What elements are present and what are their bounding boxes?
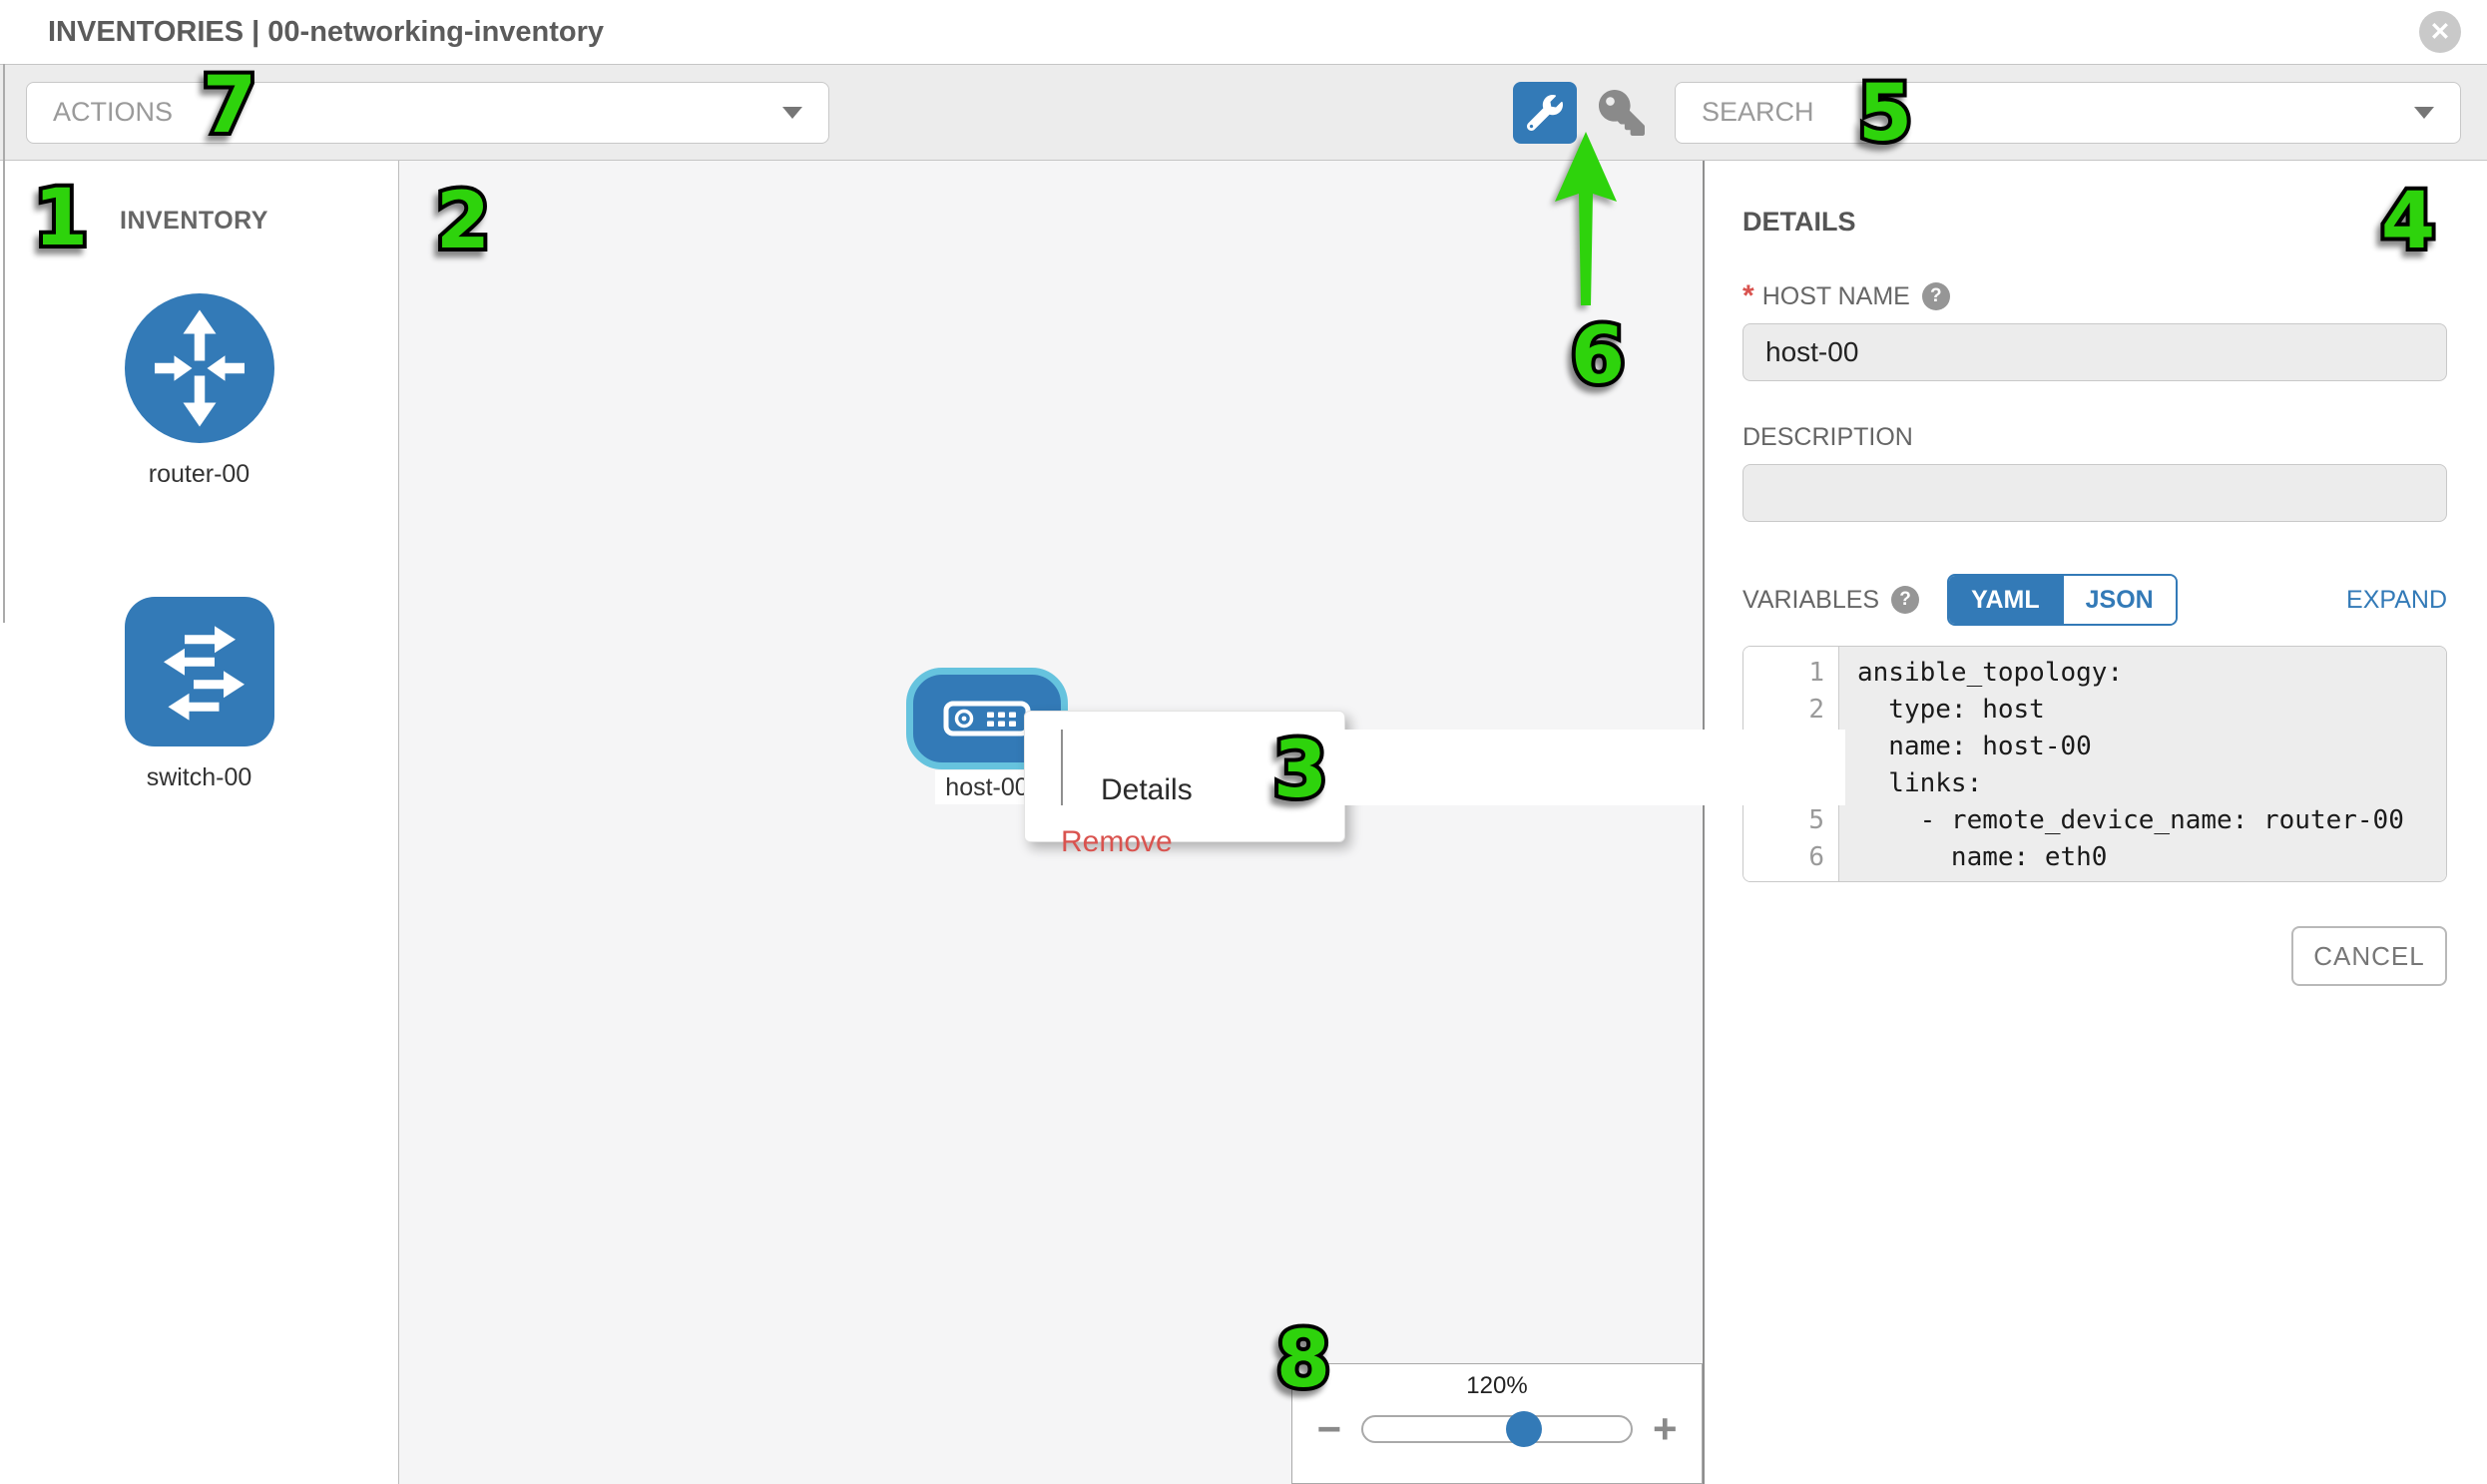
caret-down-icon xyxy=(2414,107,2434,119)
tab-json[interactable]: JSON xyxy=(2062,576,2176,624)
variables-row: VARIABLES ? YAML JSON EXPAND xyxy=(1742,574,2447,626)
format-toggle: YAML JSON xyxy=(1947,574,2178,626)
cancel-button[interactable]: CANCEL xyxy=(2291,926,2447,986)
inventory-sidebar: INVENTORY router-00 xyxy=(0,161,399,1484)
actions-dropdown[interactable]: ACTIONS xyxy=(26,82,829,144)
code-line: name: eth0 xyxy=(1857,839,2446,876)
zoom-out-button[interactable]: − xyxy=(1316,1408,1341,1450)
panel-edge-line xyxy=(3,64,5,623)
variables-label: VARIABLES xyxy=(1742,586,1879,615)
code-line: remote_interface_name: eth0 xyxy=(1857,876,2446,882)
search-dropdown[interactable]: SEARCH xyxy=(1675,82,2461,144)
code-line: type: host xyxy=(1857,692,2446,729)
switch-icon xyxy=(125,597,274,746)
menu-item-details[interactable]: Details xyxy=(1061,730,1845,805)
device-label: switch-00 xyxy=(0,763,398,792)
close-button[interactable]: ✕ xyxy=(2419,11,2461,53)
zoom-slider[interactable] xyxy=(1361,1415,1633,1443)
details-panel: DETAILS * HOST NAME ? DESCRIPTION VARIAB… xyxy=(1703,161,2487,1484)
variables-code-editor[interactable]: 1 2 3 4 5 6 7 ansible_topology: type: ho… xyxy=(1742,646,2447,882)
zoom-level-readout: 120% xyxy=(1292,1372,1702,1400)
server-icon xyxy=(943,701,1031,737)
editor-code: ansible_topology: type: host name: host-… xyxy=(1839,647,2446,881)
toolbar: ACTIONS SEARCH xyxy=(0,65,2487,161)
wrench-icon xyxy=(1527,95,1563,131)
help-icon[interactable]: ? xyxy=(1922,282,1950,310)
code-line: links: xyxy=(1857,765,2446,802)
sidebar-title: INVENTORY xyxy=(120,207,398,236)
main-area: INVENTORY router-00 xyxy=(0,161,2487,1484)
key-icon xyxy=(1599,90,1645,136)
close-icon: ✕ xyxy=(2430,20,2451,45)
code-line: ansible_topology: xyxy=(1857,655,2446,692)
description-field-label: DESCRIPTION xyxy=(1742,423,2447,452)
zoom-panel: 120% − + xyxy=(1291,1363,1703,1484)
toolbar-right-group: SEARCH xyxy=(1513,82,2461,144)
details-panel-title: DETAILS xyxy=(1742,207,2447,238)
actions-dropdown-label: ACTIONS xyxy=(53,97,173,128)
palette-device-router[interactable]: router-00 xyxy=(0,293,398,489)
tab-yaml[interactable]: YAML xyxy=(1949,576,2062,624)
code-line: name: host-00 xyxy=(1857,729,2446,765)
description-input[interactable] xyxy=(1742,464,2447,522)
host-name-input[interactable] xyxy=(1742,323,2447,381)
host-name-field-label: * HOST NAME ? xyxy=(1742,281,2447,311)
required-asterisk: * xyxy=(1742,281,1754,311)
tools-button[interactable] xyxy=(1513,82,1577,144)
device-label: router-00 xyxy=(0,460,398,489)
expand-link[interactable]: EXPAND xyxy=(2346,586,2447,615)
router-icon xyxy=(125,293,274,443)
page-title: INVENTORIES | 00-networking-inventory xyxy=(48,16,604,49)
zoom-slider-thumb[interactable] xyxy=(1506,1411,1542,1447)
palette-device-switch[interactable]: switch-00 xyxy=(0,597,398,792)
caret-down-icon xyxy=(782,107,802,119)
search-placeholder: SEARCH xyxy=(1702,97,1814,128)
topology-canvas[interactable]: host-00 Details Remove 120% − + xyxy=(399,161,1703,1484)
key-credentials-button[interactable] xyxy=(1599,90,1645,136)
menu-item-remove[interactable]: Remove xyxy=(1061,827,1344,857)
variables-help-icon[interactable]: ? xyxy=(1891,586,1919,614)
context-menu: Details Remove xyxy=(1024,711,1345,842)
header-bar: INVENTORIES | 00-networking-inventory ✕ xyxy=(0,0,2487,65)
code-line: - remote_device_name: router-00 xyxy=(1857,802,2446,839)
zoom-in-button[interactable]: + xyxy=(1653,1408,1678,1450)
